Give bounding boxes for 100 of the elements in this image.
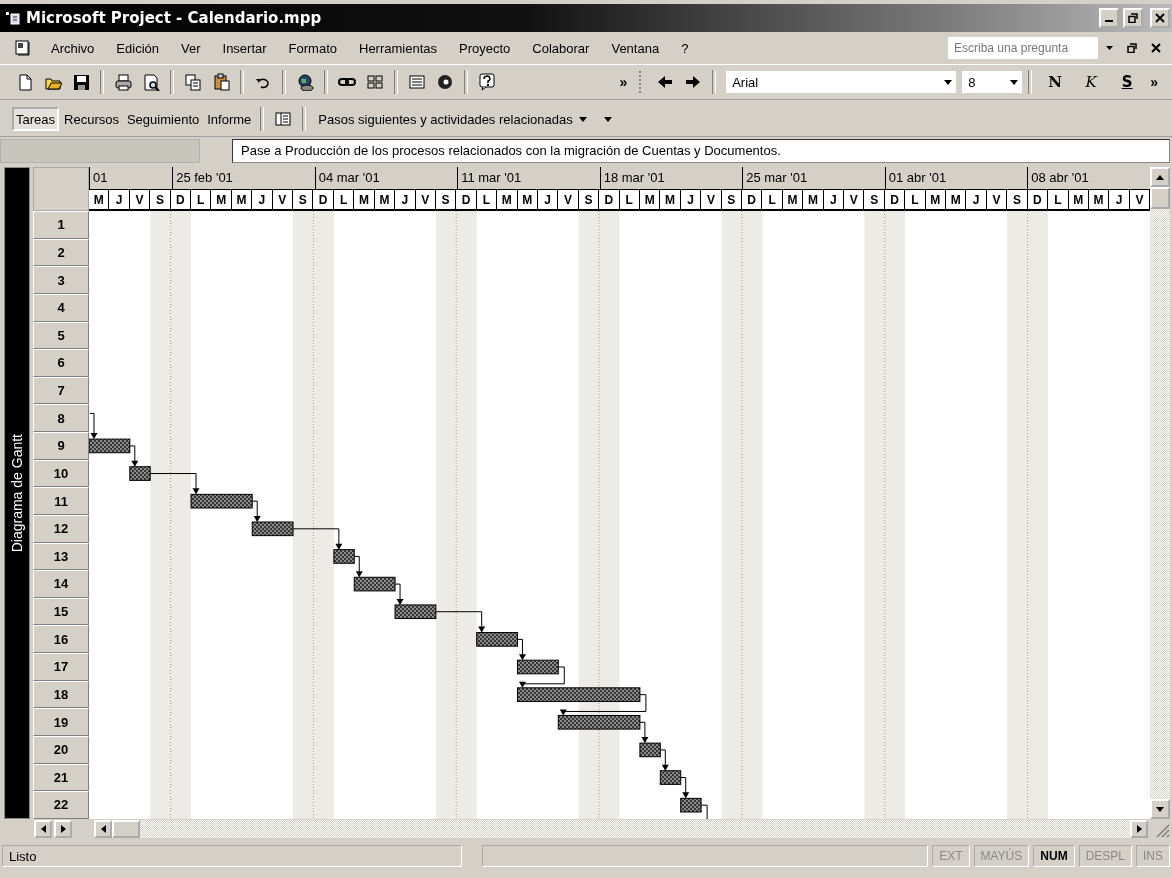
view-bar[interactable]: Diagrama de Gantt: [4, 167, 30, 819]
entry-field[interactable]: Pase a Producción de los procesos relacionados con la migración de Cuentas y Documentos.: [232, 139, 1170, 163]
scroll-right-button[interactable]: [1130, 820, 1148, 838]
menu-item[interactable]: Colaborar: [531, 38, 591, 58]
row-number[interactable]: 3: [33, 266, 89, 294]
row-number[interactable]: 4: [33, 293, 89, 322]
menu-item[interactable]: ?: [680, 38, 690, 58]
guide-tab[interactable]: Seguimiento: [123, 107, 203, 131]
minimize-button[interactable]: [1099, 8, 1119, 28]
day-label: V: [272, 189, 294, 211]
row-number[interactable]: 18: [33, 680, 89, 709]
row-number[interactable]: 13: [33, 542, 89, 571]
day-label: M: [374, 189, 396, 211]
task-bar[interactable]: [394, 604, 437, 620]
right-arrow-icon: [1136, 825, 1142, 833]
vertical-scrollbar[interactable]: [1150, 167, 1170, 819]
scroll-thumb[interactable]: [1150, 187, 1170, 209]
restore-button[interactable]: [1123, 8, 1143, 28]
scroll-right-button[interactable]: [54, 820, 72, 838]
day-label: M: [660, 189, 681, 211]
row-number[interactable]: 22: [33, 791, 89, 819]
activities-dropdown[interactable]: Pasos siguientes y actividades relacionadas: [312, 106, 593, 132]
menu-item[interactable]: Ver: [180, 38, 202, 58]
row-number[interactable]: 16: [33, 625, 89, 653]
day-label: S: [864, 189, 885, 211]
row-number[interactable]: 2: [33, 238, 89, 267]
menu-item[interactable]: Herramientas: [358, 38, 439, 58]
guide-tab[interactable]: Tareas: [12, 107, 60, 131]
row-number[interactable]: 11: [33, 487, 89, 515]
row-number[interactable]: 12: [33, 514, 89, 543]
status-indicator: MAYÚS: [973, 845, 1030, 867]
menu-item[interactable]: Archivo: [50, 38, 96, 58]
row-number[interactable]: 21: [33, 763, 89, 792]
day-label: M: [925, 189, 947, 211]
day-label: M: [497, 189, 518, 211]
scroll-down-button[interactable]: [1150, 799, 1170, 819]
task-bar[interactable]: [251, 521, 294, 537]
day-label: M: [1088, 189, 1110, 211]
day-label: D: [742, 189, 763, 211]
link-arrow: [435, 611, 486, 633]
guide-tab[interactable]: Informe: [204, 107, 255, 131]
row-number[interactable]: 20: [33, 735, 89, 764]
restore-icon: [1128, 13, 1138, 23]
horizontal-scrollbar[interactable]: [94, 820, 1148, 838]
day-label: J: [252, 189, 273, 211]
row-number[interactable]: 7: [33, 376, 89, 405]
unlink-icon: [366, 73, 384, 91]
row-number[interactable]: 9: [33, 432, 89, 460]
row-number[interactable]: 10: [33, 459, 89, 488]
menu-item[interactable]: Insertar: [221, 38, 268, 58]
italic-button[interactable]: K: [1074, 69, 1109, 95]
task-bar[interactable]: [680, 797, 702, 813]
help-search-field[interactable]: Escriba una pregunta: [948, 37, 1098, 59]
scroll-thumb[interactable]: [112, 820, 140, 838]
row-number[interactable]: 6: [33, 349, 89, 377]
close-icon: [1151, 43, 1161, 53]
task-bar[interactable]: [190, 493, 253, 509]
copy-icon: [184, 73, 202, 91]
task-bar[interactable]: [639, 742, 661, 758]
link-arrow: [292, 528, 343, 550]
underline-button[interactable]: S: [1110, 69, 1145, 95]
task-bar[interactable]: [557, 714, 641, 730]
guide-tab[interactable]: Recursos: [61, 107, 122, 131]
corner-cell[interactable]: [33, 167, 89, 211]
link-arrow: [680, 777, 690, 799]
task-bar[interactable]: [353, 576, 396, 592]
status-indicator: INS: [1136, 845, 1170, 867]
row-number[interactable]: 14: [33, 570, 89, 598]
font-size-dropdown[interactable]: 8: [962, 71, 1023, 93]
task-bar[interactable]: [517, 659, 559, 675]
row-number[interactable]: 19: [33, 708, 89, 736]
bold-button[interactable]: N: [1038, 69, 1073, 95]
scroll-up-button[interactable]: [1150, 167, 1170, 187]
menu-item[interactable]: Proyecto: [458, 38, 512, 58]
font-dropdown[interactable]: Arial: [726, 71, 957, 93]
close-button[interactable]: [1150, 8, 1170, 28]
day-label: V: [986, 189, 1008, 211]
right-arrow-icon: [60, 825, 66, 833]
row-number[interactable]: 15: [33, 597, 89, 626]
menu-item[interactable]: Edición: [115, 38, 160, 58]
scroll-left-button[interactable]: [94, 820, 112, 838]
day-label: L: [476, 189, 498, 211]
overflow-button[interactable]: »: [1146, 69, 1162, 95]
scroll-left-button[interactable]: [34, 820, 52, 838]
row-number[interactable]: 5: [33, 321, 89, 350]
day-label: J: [395, 189, 416, 211]
task-bar[interactable]: [89, 438, 131, 454]
task-bar[interactable]: [659, 770, 682, 785]
day-label: M: [803, 189, 824, 211]
menu-item[interactable]: Ventana: [610, 38, 661, 58]
overflow-button[interactable]: »: [615, 69, 632, 95]
task-bar[interactable]: [476, 632, 518, 647]
row-number[interactable]: 8: [33, 404, 89, 432]
day-label: J: [823, 189, 845, 211]
row-number[interactable]: 17: [33, 653, 89, 681]
left-arrow-icon: [100, 825, 106, 833]
row-number[interactable]: 1: [33, 211, 89, 239]
menu-item[interactable]: Formato: [287, 38, 338, 58]
print-preview-icon: [142, 73, 160, 91]
task-bar[interactable]: [517, 687, 641, 702]
